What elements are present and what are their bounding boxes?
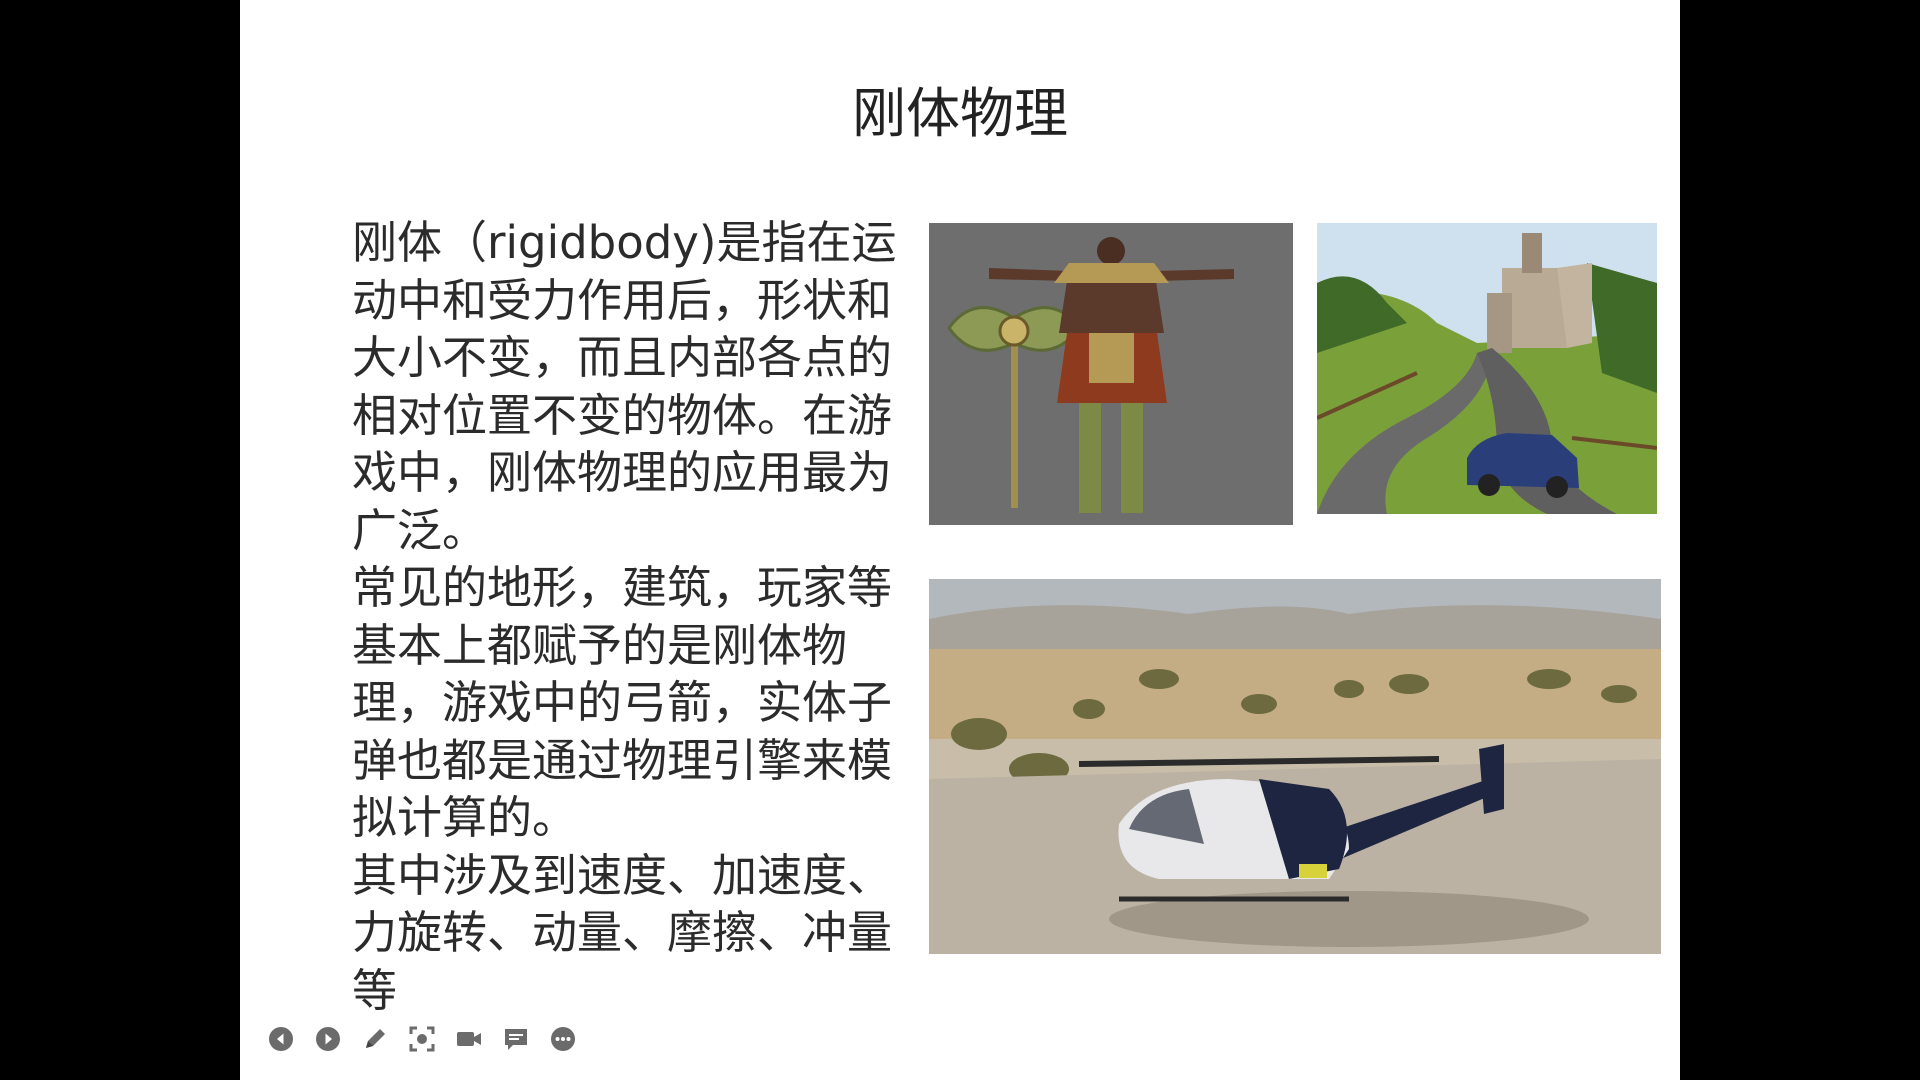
more-button[interactable] — [548, 1024, 578, 1054]
pen-icon — [366, 1029, 385, 1048]
body-text: 刚体（rigidbody)是指在运动中和受力作用后，形状和大小不变，而且内部各点… — [352, 214, 912, 1019]
focus-button[interactable] — [407, 1024, 437, 1054]
presentation-toolbar — [266, 1024, 578, 1054]
comment-button[interactable] — [501, 1024, 531, 1054]
next-icon — [316, 1027, 340, 1051]
previous-icon — [269, 1027, 293, 1051]
camera-icon — [457, 1032, 481, 1046]
comment-icon — [505, 1029, 527, 1050]
paragraph-concepts: 其中涉及到速度、加速度、力旋转、动量、摩擦、冲量等 — [352, 848, 893, 1017]
helicopter-image — [929, 579, 1661, 954]
camera-button[interactable] — [454, 1024, 484, 1054]
next-button[interactable] — [313, 1024, 343, 1054]
paragraph-definition: 刚体（rigidbody)是指在运动中和受力作用后，形状和大小不变，而且内部各点… — [352, 216, 897, 557]
slide-title: 刚体物理 — [852, 82, 1068, 145]
castle-road-image — [1317, 223, 1657, 514]
more-icon — [551, 1027, 575, 1051]
previous-button[interactable] — [266, 1024, 296, 1054]
slide: 刚体物理 刚体（rigidbody)是指在运动中和受力作用后，形状和大小不变，而… — [240, 0, 1680, 1080]
warrior-image — [929, 223, 1293, 525]
focus-icon — [409, 1026, 435, 1052]
paragraph-examples: 常见的地形，建筑，玩家等基本上都赋予的是刚体物理，游戏中的弓箭，实体子弹也都是通… — [352, 561, 893, 844]
pen-button[interactable] — [360, 1024, 390, 1054]
